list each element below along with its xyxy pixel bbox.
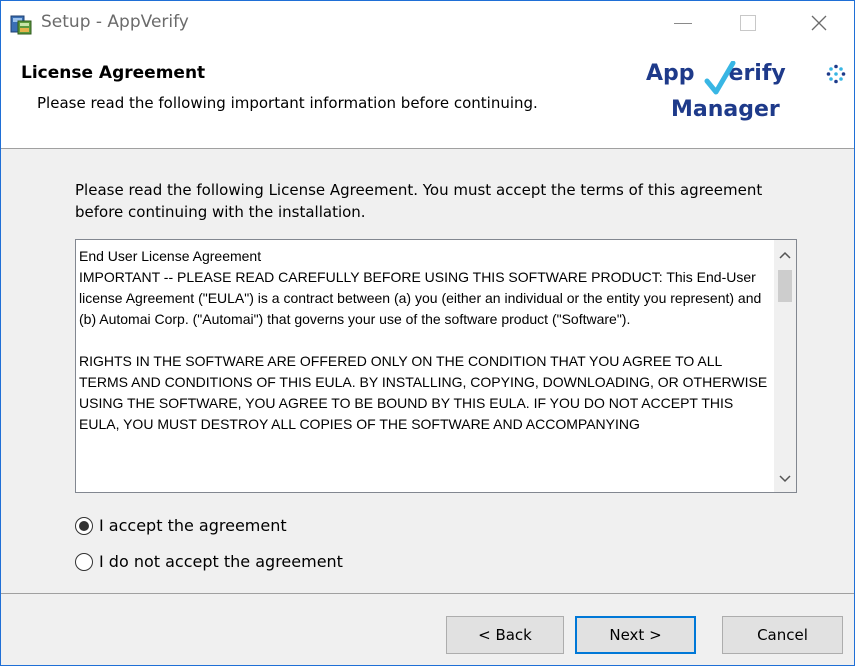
scroll-down-button[interactable] xyxy=(774,468,796,490)
scroll-thumb[interactable] xyxy=(778,270,792,302)
close-button[interactable] xyxy=(790,1,848,45)
cancel-button[interactable]: Cancel xyxy=(722,616,843,654)
instructions-text: Please read the following License Agreem… xyxy=(75,181,763,221)
appverify-logo: App erify Manager xyxy=(646,61,846,141)
radio-accept-control[interactable] xyxy=(75,516,93,535)
radio-decline-agreement[interactable]: I do not accept the agreement xyxy=(75,552,343,571)
radio-accept-label: I accept the agreement xyxy=(99,516,287,535)
page-subtitle: Please read the following important info… xyxy=(37,94,538,112)
close-icon xyxy=(811,15,827,31)
chevron-down-icon xyxy=(779,475,791,483)
chevron-up-icon xyxy=(779,251,791,259)
eula-text: End User License Agreement IMPORTANT -- … xyxy=(79,248,768,432)
setup-window: Setup - AppVerify License Agreement Plea… xyxy=(0,0,855,666)
dots-logo-icon xyxy=(826,64,846,84)
page-title: License Agreement xyxy=(21,63,206,83)
eula-textbox[interactable]: End User License Agreement IMPORTANT -- … xyxy=(75,239,797,493)
scroll-up-button[interactable] xyxy=(774,244,796,266)
wizard-header: License Agreement Please read the follow… xyxy=(1,45,854,149)
next-button[interactable]: Next > xyxy=(575,616,696,654)
logo-text-manager: Manager xyxy=(671,97,780,122)
radio-accept-agreement[interactable]: I accept the agreement xyxy=(75,516,287,535)
footer-divider xyxy=(1,593,854,594)
eula-scrollbar[interactable] xyxy=(774,240,796,492)
window-title: Setup - AppVerify xyxy=(41,12,189,32)
logo-text-erify: erify xyxy=(728,61,786,86)
logo-text-app: App xyxy=(646,61,695,86)
minimize-button[interactable] xyxy=(654,1,712,45)
installer-icon xyxy=(10,15,32,35)
maximize-button[interactable] xyxy=(719,1,777,45)
radio-decline-control[interactable] xyxy=(75,552,93,571)
checkmark-icon xyxy=(704,61,736,95)
title-bar[interactable]: Setup - AppVerify xyxy=(1,1,854,45)
maximize-icon xyxy=(740,15,756,31)
back-button[interactable]: < Back xyxy=(446,616,564,654)
radio-decline-label: I do not accept the agreement xyxy=(99,552,343,571)
minimize-icon xyxy=(674,22,692,24)
